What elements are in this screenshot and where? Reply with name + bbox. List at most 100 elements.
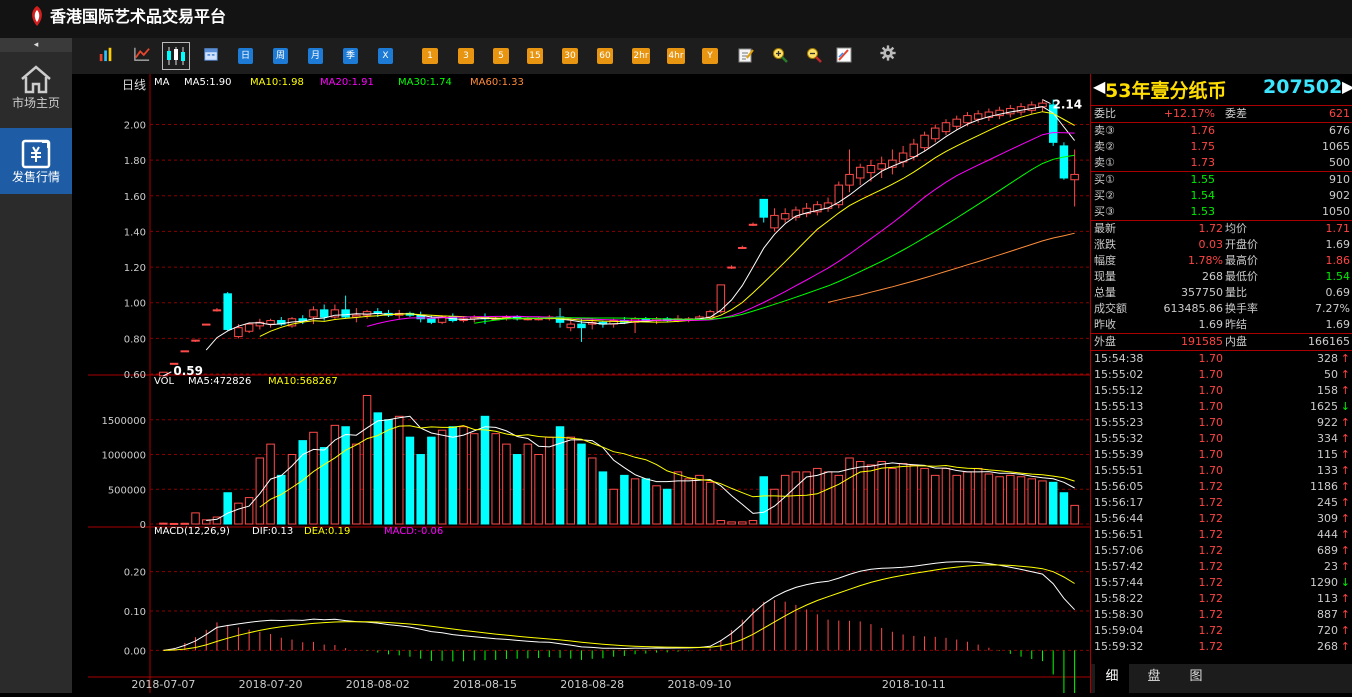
volume-bar — [1059, 492, 1069, 525]
minute-button[interactable]: 15 — [527, 48, 543, 64]
candle — [845, 173, 854, 186]
period-button[interactable]: 周 — [273, 48, 288, 64]
candle — [362, 311, 372, 316]
sell-price: 1.75 — [1190, 140, 1216, 153]
up-arrow-icon: ↑ — [1340, 560, 1350, 573]
tick-row: 15:55:39 1.70 115 ↑ — [1091, 447, 1352, 463]
tick-time: 15:59:32 — [1094, 640, 1144, 653]
calendar-icon[interactable] — [202, 46, 220, 62]
buy-level: 买① — [1094, 173, 1115, 186]
collapse-sidebar-button[interactable]: ◂ — [0, 38, 72, 52]
chart-panel[interactable]: 2.00 1.80 1.60 1.40 1.20 1.00 0.80 0.60 1500000 1… — [88, 74, 1090, 697]
minute-button[interactable]: 1 — [422, 48, 438, 64]
tick-price: 1.72 — [1198, 544, 1224, 557]
candlestick-button[interactable] — [162, 42, 190, 70]
volume-bar — [791, 471, 801, 525]
sell-row: 卖② 1.75 1065 — [1091, 139, 1352, 155]
tick-row: 15:57:42 1.72 23 ↑ — [1091, 559, 1352, 575]
tick-time: 15:55:12 — [1094, 384, 1144, 397]
tick-time: 15:56:17 — [1094, 496, 1144, 509]
candle — [319, 309, 329, 318]
left-arrow-icon[interactable]: ◀ — [1093, 77, 1105, 96]
minute-button[interactable]: 30 — [562, 48, 578, 64]
sidebar-item-label: 市场主页 — [11, 96, 60, 110]
minute-button[interactable]: 60 — [597, 48, 613, 64]
candle — [180, 350, 190, 353]
draw-icon[interactable] — [836, 47, 852, 63]
price-tick-label: 0.60 — [124, 370, 146, 381]
minute-button[interactable]: 4hr — [667, 48, 685, 64]
volume-bar — [759, 476, 768, 525]
value: 166165 — [1308, 335, 1350, 348]
tab-2[interactable]: 图 — [1179, 664, 1213, 693]
sell-qty: 1065 — [1322, 140, 1350, 153]
tick-price: 1.70 — [1198, 400, 1224, 413]
period-button[interactable]: 日 — [238, 48, 253, 64]
volume-bar — [159, 522, 168, 525]
volume-bar — [427, 436, 436, 525]
tick-row: 15:59:32 1.72 268 ↑ — [1091, 639, 1352, 655]
tick-time: 15:58:22 — [1094, 592, 1144, 605]
edit-icon[interactable] — [738, 47, 754, 63]
period-button[interactable]: 月 — [308, 48, 323, 64]
candle — [770, 214, 779, 229]
minute-button[interactable]: Y — [702, 48, 718, 64]
volume-bar — [1070, 504, 1079, 525]
sell-row: 卖③ 1.76 676 — [1091, 123, 1352, 139]
stat-value: 1.69 — [1325, 318, 1351, 331]
sidebar-item-home[interactable]: 市场主页 — [0, 54, 72, 120]
tick-row: 15:55:12 1.70 158 ↑ — [1091, 383, 1352, 399]
line-chart-icon[interactable] — [132, 46, 152, 62]
volume-bar — [727, 521, 736, 525]
volume-bar — [223, 492, 232, 525]
buy-level: 买② — [1094, 189, 1115, 202]
volume-bar — [673, 471, 683, 525]
up-arrow-icon: ↑ — [1340, 496, 1350, 509]
tick-row: 15:58:30 1.72 887 ↑ — [1091, 607, 1352, 623]
tick-time: 15:55:32 — [1094, 432, 1144, 445]
settings-icon[interactable] — [878, 45, 898, 61]
tab-1[interactable]: 盘 — [1137, 664, 1171, 693]
tick-qty: 922 — [1317, 416, 1338, 429]
volume-tick-label: 0 — [140, 520, 146, 531]
tick-row: 15:54:38 1.70 328 ↑ — [1091, 351, 1352, 367]
minute-button[interactable]: 2hr — [632, 48, 650, 64]
minute-button[interactable]: 3 — [458, 48, 474, 64]
date-label: 2018-08-02 — [346, 678, 410, 691]
candle — [952, 118, 961, 127]
right-arrow-icon[interactable]: ▶ — [1342, 77, 1352, 96]
up-arrow-icon: ↑ — [1340, 448, 1350, 461]
volume-bar — [1016, 476, 1026, 525]
bar-chart-icon[interactable] — [97, 46, 115, 62]
tick-time: 15:56:44 — [1094, 512, 1144, 525]
sell-price: 1.73 — [1190, 156, 1216, 169]
stat-value: 1.69 — [1325, 238, 1351, 251]
candle — [191, 339, 200, 342]
tick-row: 15:55:51 1.70 133 ↑ — [1091, 463, 1352, 479]
up-arrow-icon: ↑ — [1340, 544, 1350, 557]
label: 外盘 — [1094, 335, 1116, 348]
period-button[interactable]: 季 — [343, 48, 358, 64]
up-arrow-icon: ↑ — [1340, 592, 1350, 605]
minute-button[interactable]: 5 — [493, 48, 509, 64]
tick-price: 1.72 — [1198, 640, 1224, 653]
tab-0[interactable]: 细 — [1095, 664, 1129, 693]
period-button[interactable]: X — [378, 48, 393, 64]
stat-value: 1.72 — [1198, 222, 1224, 235]
up-arrow-icon: ↑ — [1340, 368, 1350, 381]
stat-value: 1.78% — [1188, 254, 1223, 267]
zoom-in-icon[interactable] — [772, 47, 788, 63]
outer-inner-row: 外盘 191585 内盘 166165 — [1091, 334, 1352, 350]
tick-time: 15:55:23 — [1094, 416, 1144, 429]
candle — [963, 115, 972, 124]
stat-row: 幅度 1.78% 最高价 1.86 — [1091, 253, 1352, 269]
buy-qty: 910 — [1329, 173, 1350, 186]
up-arrow-icon: ↑ — [1340, 464, 1350, 477]
zoom-out-icon[interactable] — [806, 47, 822, 63]
sidebar-item-market[interactable]: 发售行情 — [0, 128, 72, 194]
tick-time: 15:58:30 — [1094, 608, 1144, 621]
volume-bar — [180, 522, 190, 525]
volume-bar — [491, 433, 500, 525]
macd-tick-label: 0.20 — [124, 568, 146, 579]
date-label: 2018-08-15 — [453, 678, 517, 691]
